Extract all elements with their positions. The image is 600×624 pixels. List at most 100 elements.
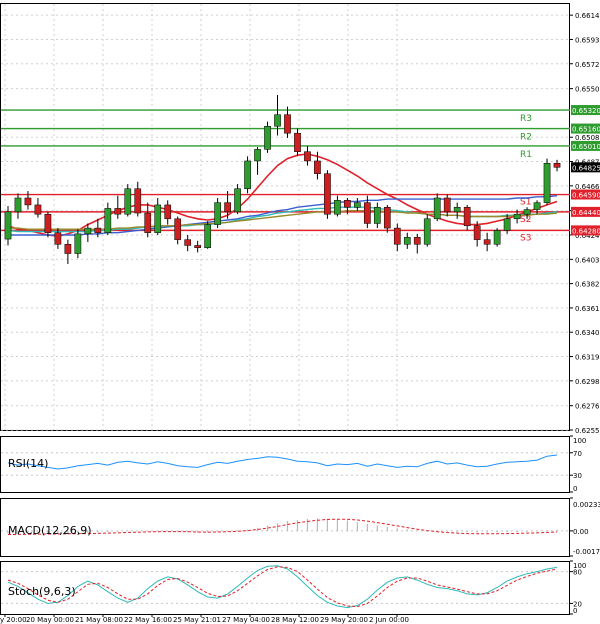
level-price-label: 0.64440 <box>572 209 600 217</box>
stoch-tick-label: 80 <box>573 569 582 577</box>
candle-body <box>314 160 321 174</box>
macd-label: MACD(12,26,9) <box>8 524 92 537</box>
candle-body <box>124 188 132 215</box>
rsi-label: RSI(14) <box>8 457 48 470</box>
candle-body <box>284 114 291 134</box>
candle-body <box>54 232 62 245</box>
candle-body <box>94 227 102 233</box>
rsi-tick-label: 70 <box>573 450 582 458</box>
level-name-r1: R1 <box>520 150 532 160</box>
rsi-tick-label: 100 <box>573 437 586 445</box>
price-tick-label: 0.65930 <box>575 36 600 44</box>
level-labels: 0.65320 0.65160 0.65010 0.64590 0.64440 0.642… <box>571 105 600 236</box>
rsi-tick-label: 0 <box>573 485 577 493</box>
level-price-label: 0.64590 <box>572 192 600 200</box>
candle-body <box>473 225 481 240</box>
candle-body <box>184 239 192 246</box>
candle-body <box>44 213 52 233</box>
candle-body <box>523 209 531 215</box>
price-tick-label: 0.65720 <box>575 61 600 69</box>
candle-body <box>194 245 201 248</box>
level-price-label: 0.65010 <box>572 143 600 151</box>
level-price-label: 0.65320 <box>572 107 600 115</box>
time-axis: y 20:00 20 May 00:00 21 May 08:00 22 May 16… <box>0 614 409 624</box>
level-name-r3: R3 <box>520 114 532 124</box>
candle-body <box>513 213 521 220</box>
stoch-tick-label: 0 <box>573 607 577 615</box>
candle-body <box>34 204 42 215</box>
candle-body <box>453 206 461 213</box>
level-name-r2: R2 <box>520 133 532 143</box>
price-tick-label: 0.66140 <box>575 12 600 20</box>
candle-body <box>24 197 32 206</box>
candle-body <box>354 202 361 208</box>
level-price-label: 0.65160 <box>572 126 600 134</box>
candle-body <box>214 202 221 225</box>
stoch-label: Stoch(9,6,3) <box>8 585 76 598</box>
candle-body <box>383 206 391 229</box>
candle-body <box>493 230 501 245</box>
time-tick-label: 2 Jun 00:00 <box>369 616 409 624</box>
candle-body <box>234 188 241 213</box>
candle-body <box>553 163 561 168</box>
price-tick-label: 0.63820 <box>575 281 600 289</box>
candle-body <box>324 173 331 215</box>
level-name-s1: S1 <box>520 198 531 208</box>
candle-body <box>373 206 381 224</box>
candle-body <box>443 197 451 213</box>
price-tick-label: 0.65505 <box>575 86 600 94</box>
level-price-label: 0.64280 <box>572 227 600 235</box>
price-tick-label: 0.63610 <box>575 305 600 313</box>
candle-body <box>393 227 401 245</box>
candle-body <box>503 218 511 231</box>
candle-body <box>244 160 251 189</box>
price-tick-label: 0.63400 <box>575 329 600 337</box>
price-tick-label: 0.62555 <box>575 427 600 435</box>
candle-body <box>84 227 92 235</box>
candle-body <box>224 202 231 213</box>
time-tick-label: 28 May 12:00 <box>271 616 319 624</box>
price-tick-label: 0.62765 <box>575 403 600 411</box>
price-tick-label: 0.63190 <box>575 354 600 362</box>
candle-body <box>364 202 371 224</box>
candle-body <box>543 163 551 203</box>
level-name-s2: S2 <box>520 215 531 225</box>
time-tick-label: y 20:00 <box>0 616 27 624</box>
macd-tick-label: 0.00233 <box>573 501 600 509</box>
time-tick-label: 21 May 08:00 <box>75 616 123 624</box>
candle-body <box>134 188 142 214</box>
candle-body <box>144 212 152 233</box>
candle-body <box>264 125 271 150</box>
candle-body <box>433 197 441 220</box>
time-tick-label: 25 May 21:01 <box>173 616 221 624</box>
candle-body <box>64 244 72 254</box>
forex-chart: R3 R2 R1 S1 S2 S3 0.66140 0.65930 0.65720 0.6550… <box>0 0 600 624</box>
candle-body <box>154 204 162 233</box>
candle-body <box>463 206 471 227</box>
price-tick-label: 0.62980 <box>575 378 600 386</box>
time-tick-label: 27 May 04:00 <box>222 616 270 624</box>
time-tick-label: 29 May 20:00 <box>320 616 368 624</box>
candle-body <box>304 151 311 162</box>
macd-tick-label: -0.00178 <box>573 548 600 556</box>
candle-body <box>294 132 301 152</box>
level-name-s3: S3 <box>520 233 531 243</box>
candle-body <box>174 218 182 240</box>
macd-tick-label: 0.00 <box>573 528 589 536</box>
time-tick-label: 20 May 00:00 <box>26 616 74 624</box>
candle-body <box>423 218 431 245</box>
candle-body <box>4 211 12 240</box>
candle-body <box>334 200 341 215</box>
rsi-tick-label: 30 <box>573 472 582 480</box>
candle-body <box>274 114 281 127</box>
time-tick-label: 22 May 16:00 <box>124 616 172 624</box>
price-tick-label: 0.64030 <box>575 256 600 264</box>
current-price-label: 0.64825 <box>572 164 600 172</box>
candle-body <box>413 237 421 245</box>
candle-body <box>403 237 411 245</box>
candle-body <box>344 200 351 208</box>
candle-body <box>114 208 122 215</box>
candle-body <box>14 197 22 213</box>
candle-body <box>204 224 211 248</box>
candle-body <box>533 202 541 210</box>
